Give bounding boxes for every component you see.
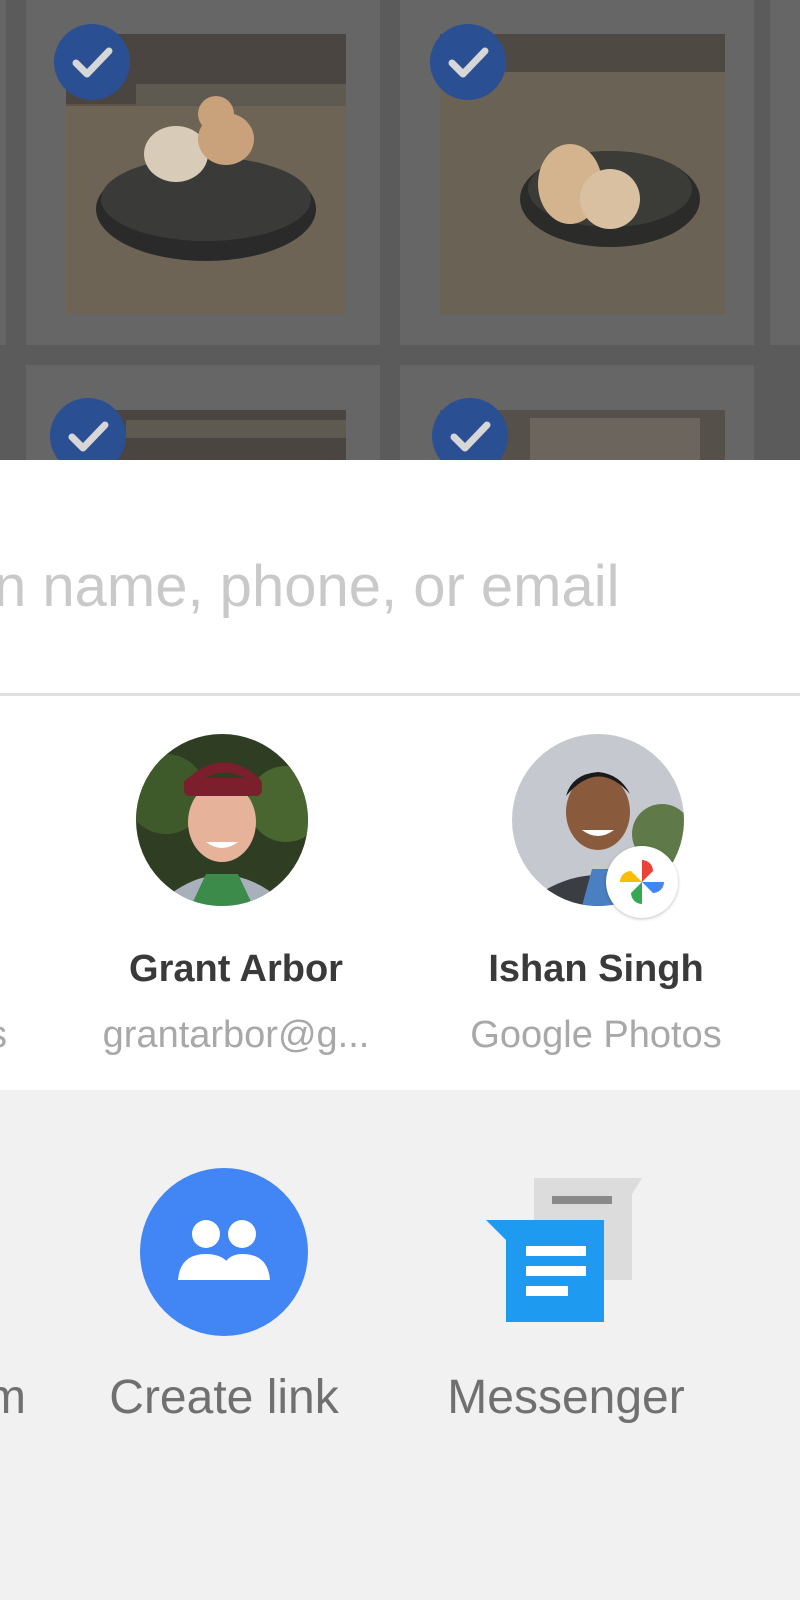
avatar [136, 734, 308, 906]
share-sheet: s Grant Arbor grantarbor@g... [0, 460, 800, 1600]
recipient-search-row [0, 460, 800, 695]
contact-subtitle-partial: s [0, 1014, 7, 1057]
share-apps: m Create link Messenger [0, 1090, 800, 1600]
person-avatar-photo [136, 734, 308, 906]
contact-email: grantarbor@g... [102, 1014, 370, 1056]
suggested-contacts: s Grant Arbor grantarbor@g... [0, 696, 800, 1090]
contact-grant-arbor[interactable]: Grant Arbor grantarbor@g... [66, 696, 406, 1090]
photo-tile [770, 0, 800, 345]
contact-name: Ishan Singh [488, 948, 704, 990]
create-link-button[interactable]: Create link [94, 1090, 354, 1490]
photo-grid [0, 0, 800, 460]
selected-check-icon[interactable] [54, 24, 130, 100]
messenger-button[interactable]: Messenger [436, 1090, 696, 1490]
contact-name: Grant Arbor [129, 948, 343, 990]
recipient-search-input[interactable] [0, 540, 776, 632]
contact-source: Google Photos [470, 1014, 722, 1056]
app-label-partial: m [0, 1371, 26, 1424]
selected-check-icon[interactable] [430, 24, 506, 100]
messenger-icon [482, 1168, 650, 1336]
app-label: Messenger [447, 1371, 685, 1424]
contact-ishan-singh[interactable]: Ishan Singh Google Photos [426, 696, 766, 1090]
app-label: Create link [109, 1371, 339, 1424]
selected-check-icon[interactable] [432, 398, 508, 460]
photo-tile [0, 0, 6, 345]
people-icon [140, 1168, 308, 1336]
selected-check-icon[interactable] [50, 398, 126, 460]
google-photos-icon [606, 846, 678, 918]
